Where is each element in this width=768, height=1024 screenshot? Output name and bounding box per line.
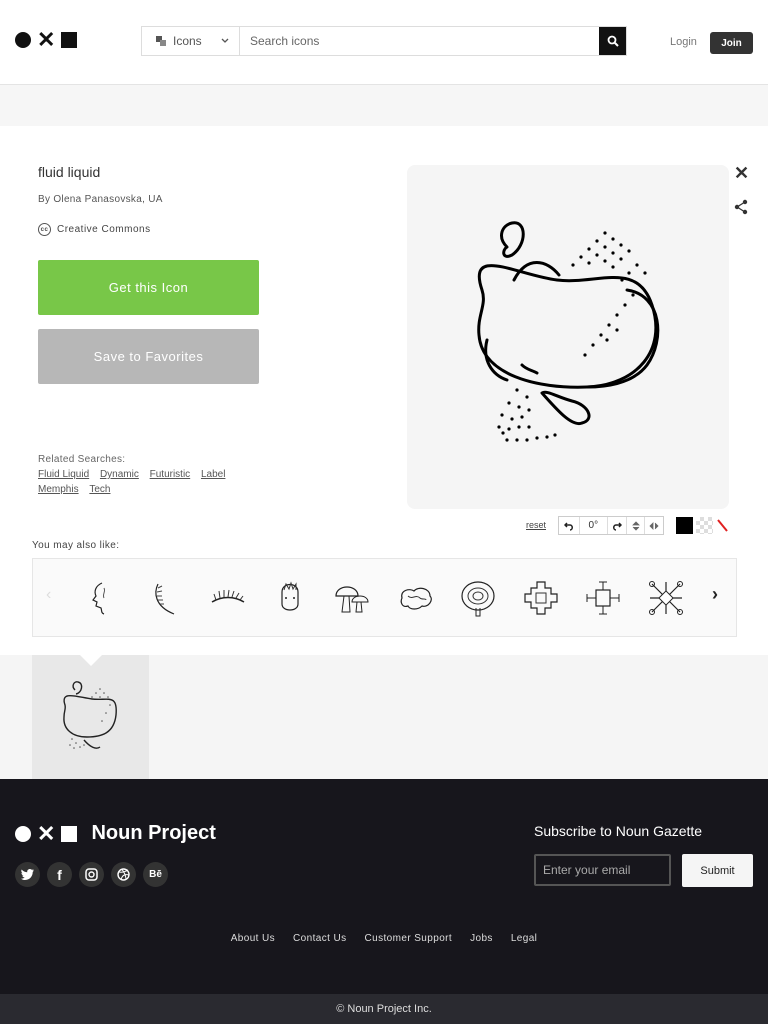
share-icon[interactable] [734, 199, 748, 220]
edit-toolbar: 0° [558, 516, 664, 535]
feather-icon[interactable] [144, 578, 184, 618]
square-logo-mark [61, 32, 78, 48]
footer-link-jobs[interactable]: Jobs [470, 933, 493, 944]
related-searches-label: Related Searches: [38, 454, 126, 465]
x-logo-mark: ✕ [37, 820, 56, 846]
icon-author[interactable]: By Olena Panasovska, UA [38, 194, 163, 205]
circle-logo-mark [15, 32, 31, 48]
license-label: Creative Commons [57, 224, 151, 235]
chevron-down-icon [221, 38, 229, 43]
selected-icon-thumbnail[interactable] [32, 655, 149, 779]
twitter-icon[interactable] [15, 862, 40, 887]
get-icon-button[interactable]: Get this Icon [38, 260, 259, 315]
close-icon[interactable]: ✕ [734, 163, 749, 184]
join-button[interactable]: Join [710, 32, 753, 54]
footer-link-support[interactable]: Customer Support [365, 933, 453, 944]
search-icon [607, 35, 619, 47]
rotation-value[interactable]: 0° [580, 517, 609, 534]
color-picker-button[interactable] [715, 517, 730, 534]
footer-links: About Us Contact Us Customer Support Job… [0, 933, 768, 944]
save-favorites-button[interactable]: Save to Favorites [38, 329, 259, 384]
related-tag[interactable]: Label [201, 467, 225, 482]
pencil-icon [717, 519, 728, 532]
flip-horizontal-button[interactable] [644, 517, 663, 534]
flip-vertical-icon [631, 520, 640, 531]
face-profile-icon[interactable] [80, 578, 120, 618]
instagram-icon[interactable] [79, 862, 104, 887]
x-logo-mark: ✕ [37, 27, 56, 52]
eyelash-icon[interactable] [208, 578, 248, 618]
icons-type-icon [156, 35, 166, 46]
carousel-prev-button[interactable]: ‹ [46, 586, 51, 604]
search-input[interactable] [240, 27, 599, 55]
login-link[interactable]: Login [670, 36, 697, 48]
related-tag[interactable]: Dynamic [100, 467, 139, 482]
ornament-symbol-icon[interactable] [583, 578, 623, 618]
fluid-liquid-thumb-icon [63, 681, 117, 749]
related-tag[interactable]: Tech [89, 482, 110, 497]
mushroom-top-icon[interactable] [458, 578, 498, 618]
related-tags: Fluid Liquid Dynamic Futuristic Label Me… [38, 467, 258, 497]
related-tag[interactable]: Futuristic [150, 467, 191, 482]
behance-icon[interactable]: Bē [143, 862, 168, 887]
email-field[interactable]: Enter your email [534, 854, 671, 886]
flip-horizontal-icon [649, 521, 659, 530]
creative-commons-icon: cc [38, 223, 51, 236]
footer-link-contact[interactable]: Contact Us [293, 933, 346, 944]
fluid-liquid-icon [477, 221, 660, 442]
rotate-left-button[interactable] [559, 517, 580, 534]
flip-vertical-button[interactable] [625, 517, 645, 534]
rotate-right-icon [612, 521, 622, 531]
brain-icon[interactable] [396, 578, 436, 618]
license-info[interactable]: cc Creative Commons [38, 223, 151, 236]
ornament-icon[interactable] [521, 578, 561, 618]
selection-pointer [80, 655, 102, 666]
rotate-right-button[interactable] [608, 517, 626, 534]
related-icons-carousel [32, 558, 737, 637]
related-tag[interactable]: Memphis [38, 482, 79, 497]
search-type-dropdown[interactable]: Icons [142, 27, 240, 55]
noun-project-logo[interactable]: ✕ [15, 27, 78, 52]
also-like-label: You may also like: [32, 540, 120, 551]
snowflake-ornament-icon[interactable] [646, 578, 686, 618]
color-swatch-transparent[interactable] [696, 517, 713, 534]
mushrooms-icon[interactable] [332, 578, 372, 618]
footer-logo[interactable]: ✕ Noun Project [15, 822, 216, 845]
facebook-icon[interactable]: f [47, 862, 72, 887]
search-button[interactable] [599, 27, 626, 55]
submit-button[interactable]: Submit [682, 854, 753, 887]
dribbble-icon[interactable] [111, 862, 136, 887]
footer-link-legal[interactable]: Legal [511, 933, 537, 944]
icon-title: fluid liquid [38, 164, 101, 180]
color-swatch-black[interactable] [676, 517, 693, 534]
circle-logo-mark [15, 825, 31, 842]
subscribe-title: Subscribe to Noun Gazette [534, 823, 703, 839]
rotate-left-icon [563, 521, 573, 531]
square-logo-mark [61, 825, 78, 842]
head-icon[interactable] [270, 578, 310, 618]
carousel-next-button[interactable]: › [712, 584, 718, 605]
related-tag[interactable]: Fluid Liquid [38, 467, 89, 482]
footer-link-about[interactable]: About Us [231, 933, 275, 944]
icon-preview [407, 165, 729, 509]
banner-band [0, 85, 768, 126]
reset-link[interactable]: reset [526, 520, 546, 530]
footer-brand-name: Noun Project [91, 822, 216, 844]
copyright-bar: © Noun Project Inc. [0, 994, 768, 1024]
search-type-label: Icons [173, 34, 202, 48]
social-links: f Bē [15, 862, 168, 887]
search-bar: Icons [141, 26, 627, 56]
